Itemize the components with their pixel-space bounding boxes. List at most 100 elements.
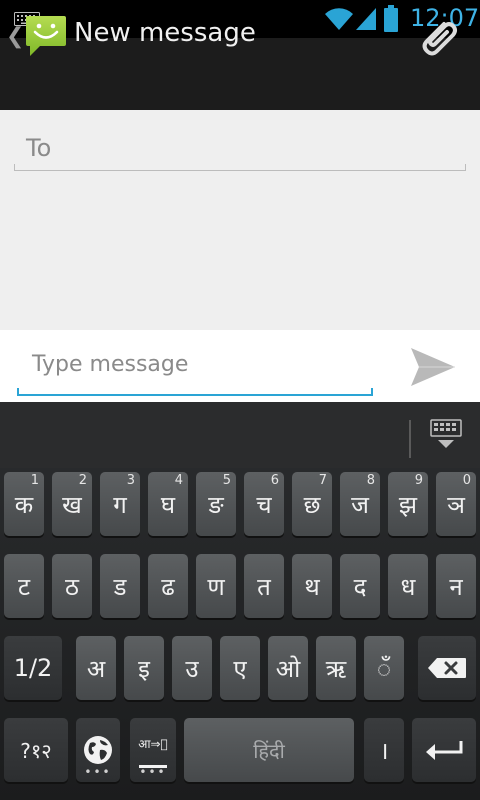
battery-icon [384,5,398,32]
key-label: थ [304,572,320,601]
key-hint: 2 [78,473,87,488]
key-label: ज [351,490,369,519]
key-cha[interactable]: 7छ [292,472,332,536]
key-label: घ [160,490,176,519]
messaging-app-icon[interactable] [22,12,68,58]
enter-key[interactable] [412,718,476,782]
key-label: ङ [208,490,224,519]
wifi-icon [325,8,353,30]
to-input[interactable]: To [26,134,51,162]
key-label: छ [303,490,321,519]
key-label: ट [17,572,31,601]
key-gha[interactable]: 4घ [148,472,188,536]
key-e[interactable]: ए [220,636,260,700]
language-globe-key[interactable]: ••• [76,718,120,782]
key-hint: 6 [270,473,279,488]
key-ka[interactable]: 1क [4,472,44,536]
key-label: ऋ [325,654,347,683]
key-label: ?१२ [20,738,52,763]
key-ja[interactable]: 8ज [340,472,380,536]
key-dda[interactable]: ड [100,554,140,618]
key-label: त [257,572,271,601]
more-dots-icon: ••• [139,765,167,779]
key-na[interactable]: न [436,554,476,618]
to-input-right-tick [465,164,466,171]
key-da[interactable]: द [340,554,380,618]
to-input-underline [14,170,466,171]
key-label: इ [138,654,150,683]
more-dots-icon: ••• [84,765,112,779]
key-ri[interactable]: ऋ [316,636,356,700]
key-label: । [379,736,389,765]
suggestion-divider [409,420,411,458]
send-icon[interactable] [408,344,458,390]
key-label: अ [86,654,106,683]
key-ddha[interactable]: ढ [148,554,188,618]
message-input[interactable]: Type message [32,352,188,377]
key-o[interactable]: ओ [268,636,308,700]
key-label: च [256,490,272,519]
key-nga[interactable]: 5ङ [196,472,236,536]
recipients-area: To [0,110,480,330]
key-hint: 5 [222,473,231,488]
backspace-icon [428,658,466,678]
key-label: ग [113,490,127,519]
key-label: ञ [447,490,465,519]
key-u[interactable]: उ [172,636,212,700]
key-i[interactable]: इ [124,636,164,700]
key-hint: 8 [366,473,375,488]
key-a[interactable]: अ [76,636,116,700]
backspace-key[interactable] [418,636,476,700]
key-hint: 7 [318,473,327,488]
key-label: झ [398,490,418,519]
space-label: हिंदी [253,738,285,763]
key-hint: 3 [126,473,135,488]
action-bar [0,38,480,112]
key-label: न [449,572,463,601]
key-ga[interactable]: 3ग [100,472,140,536]
key-kha[interactable]: 2ख [52,472,92,536]
key-label: 1/2 [13,654,53,682]
key-ttha[interactable]: ठ [52,554,92,618]
danda-key[interactable]: । [364,718,404,782]
attach-paperclip-icon[interactable] [414,14,460,60]
cell-signal-icon [356,8,376,30]
key-hint: 1 [30,473,39,488]
message-input-right-tick [371,388,373,396]
key-jha[interactable]: 9झ [388,472,428,536]
enter-icon [426,741,463,760]
key-label: उ [185,654,199,683]
page-title: New message [74,18,256,48]
space-key[interactable]: हिंदी [184,718,354,782]
key-tha[interactable]: थ [292,554,332,618]
key-label: ध [400,572,416,601]
key-label: ख [62,490,82,519]
hide-keyboard-icon[interactable] [429,418,463,450]
key-hint: 0 [462,473,471,488]
transliteration-key[interactable]: आ⇒ा ••• [130,718,176,782]
key-hint: 9 [414,473,423,488]
key-nna[interactable]: ण [196,554,236,618]
key-label: ठ [65,572,79,601]
key-label: ड [113,572,127,601]
key-tta[interactable]: ट [4,554,44,618]
key-ta[interactable]: त [244,554,284,618]
key-label: ओ [275,654,301,683]
globe-icon [84,736,112,764]
shift-page-key[interactable]: 1/2 [4,636,62,700]
key-label: ढ [161,572,175,601]
key-label: ए [233,654,247,683]
symbols-key[interactable]: ?१२ [4,718,68,782]
key-chandrabindu[interactable]: ँ [364,636,404,700]
suggestion-strip [0,402,480,468]
key-label: क [14,490,34,519]
key-label: ण [207,572,225,601]
key-label: द [353,572,367,601]
key-label: ँ [376,654,392,683]
message-input-underline [17,394,373,396]
key-label: आ⇒ा [138,736,168,751]
key-hint: 4 [174,473,183,488]
key-dha[interactable]: ध [388,554,428,618]
key-ca[interactable]: 6च [244,472,284,536]
key-nya[interactable]: 0ञ [436,472,476,536]
